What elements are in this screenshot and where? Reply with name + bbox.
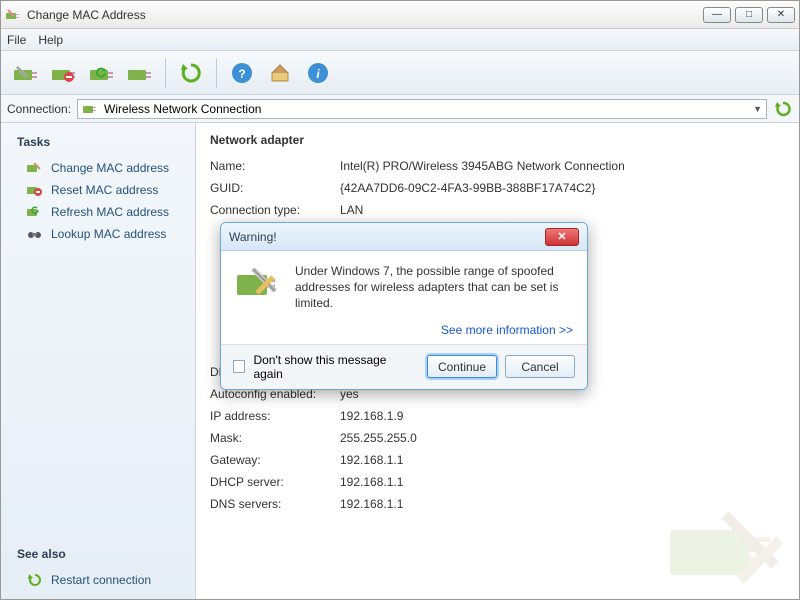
menu-help[interactable]: Help (38, 33, 63, 47)
nic-pencil-icon (27, 161, 43, 175)
refresh-button[interactable] (174, 56, 208, 90)
sidebar-item-label: Restart connection (51, 573, 151, 587)
close-button[interactable]: ✕ (767, 7, 795, 23)
cancel-button[interactable]: Cancel (505, 355, 575, 378)
sidebar-item-label: Reset MAC address (51, 183, 158, 197)
help-button[interactable]: ? (225, 56, 259, 90)
refresh-icon (27, 573, 43, 587)
sidebar-item-label: Change MAC address (51, 161, 169, 175)
maximize-button[interactable]: □ (735, 7, 763, 23)
titlebar: Change MAC Address — □ ✕ (1, 1, 799, 29)
menu-file[interactable]: File (7, 33, 26, 47)
continue-button[interactable]: Continue (427, 355, 497, 378)
tasks-header: Tasks (17, 135, 185, 149)
see-also-header: See also (17, 547, 185, 561)
sidebar: Tasks Change MAC address Reset MAC addre… (1, 123, 196, 599)
dialog-text: Under Windows 7, the possible range of s… (295, 263, 573, 338)
window-buttons: — □ ✕ (703, 7, 795, 23)
row-name: Name:Intel(R) PRO/Wireless 3945ABG Netwo… (210, 155, 785, 177)
dialog-message: Under Windows 7, the possible range of s… (295, 263, 573, 312)
reset-mac-button[interactable] (47, 56, 81, 90)
sidebar-item-restart-connection[interactable]: Restart connection (11, 569, 185, 591)
connection-value: Wireless Network Connection (104, 102, 261, 116)
adapter-icon (82, 102, 98, 116)
section-title: Network adapter (210, 133, 785, 147)
warning-dialog: Warning! ✕ Under Windows 7, the possible… (220, 222, 588, 390)
home-button[interactable] (263, 56, 297, 90)
window-title: Change MAC Address (27, 8, 703, 22)
connection-select[interactable]: Wireless Network Connection ▼ (77, 99, 767, 119)
dialog-footer: Don't show this message again Continue C… (221, 344, 587, 389)
nic-reset-icon (27, 183, 43, 197)
connection-refresh-button[interactable] (773, 99, 793, 119)
menubar: File Help (1, 29, 799, 51)
refresh-mac-button[interactable] (85, 56, 119, 90)
row-dhcp-server: DHCP server:192.168.1.1 (210, 471, 785, 493)
row-gateway: Gateway:192.168.1.1 (210, 449, 785, 471)
about-button[interactable]: i (301, 56, 335, 90)
row-guid: GUID:{42AA7DD6-09C2-4FA3-99BB-388BF17A74… (210, 177, 785, 199)
sidebar-item-label: Lookup MAC address (51, 227, 166, 241)
dropdown-arrow-icon: ▼ (753, 104, 762, 114)
sidebar-item-lookup-mac[interactable]: Lookup MAC address (11, 223, 185, 245)
connection-label: Connection: (7, 102, 71, 116)
svg-text:?: ? (238, 67, 245, 81)
row-mask: Mask:255.255.255.0 (210, 427, 785, 449)
binoculars-icon (27, 227, 43, 241)
sidebar-item-reset-mac[interactable]: Reset MAC address (11, 179, 185, 201)
dialog-close-button[interactable]: ✕ (545, 228, 579, 246)
toolbar-separator (165, 58, 166, 88)
row-ip: IP address:192.168.1.9 (210, 405, 785, 427)
connection-row: Connection: Wireless Network Connection … (1, 95, 799, 123)
change-mac-button[interactable] (9, 56, 43, 90)
watermark-icon (665, 505, 795, 595)
dont-show-checkbox[interactable] (233, 360, 245, 373)
row-conn-type: Connection type:LAN (210, 199, 785, 221)
sidebar-item-change-mac[interactable]: Change MAC address (11, 157, 185, 179)
dialog-titlebar: Warning! ✕ (221, 223, 587, 251)
nic-refresh-icon (27, 205, 43, 219)
minimize-button[interactable]: — (703, 7, 731, 23)
dont-show-label: Don't show this message again (253, 353, 411, 381)
dialog-body: Under Windows 7, the possible range of s… (221, 251, 587, 344)
sidebar-item-label: Refresh MAC address (51, 205, 169, 219)
toolbar: ? i (1, 51, 799, 95)
app-icon (5, 7, 21, 23)
dialog-title: Warning! (229, 230, 545, 244)
sidebar-item-refresh-mac[interactable]: Refresh MAC address (11, 201, 185, 223)
dialog-more-info-link[interactable]: See more information >> (295, 322, 573, 338)
dialog-icon (235, 263, 283, 338)
lookup-mac-button[interactable] (123, 56, 157, 90)
toolbar-separator (216, 58, 217, 88)
